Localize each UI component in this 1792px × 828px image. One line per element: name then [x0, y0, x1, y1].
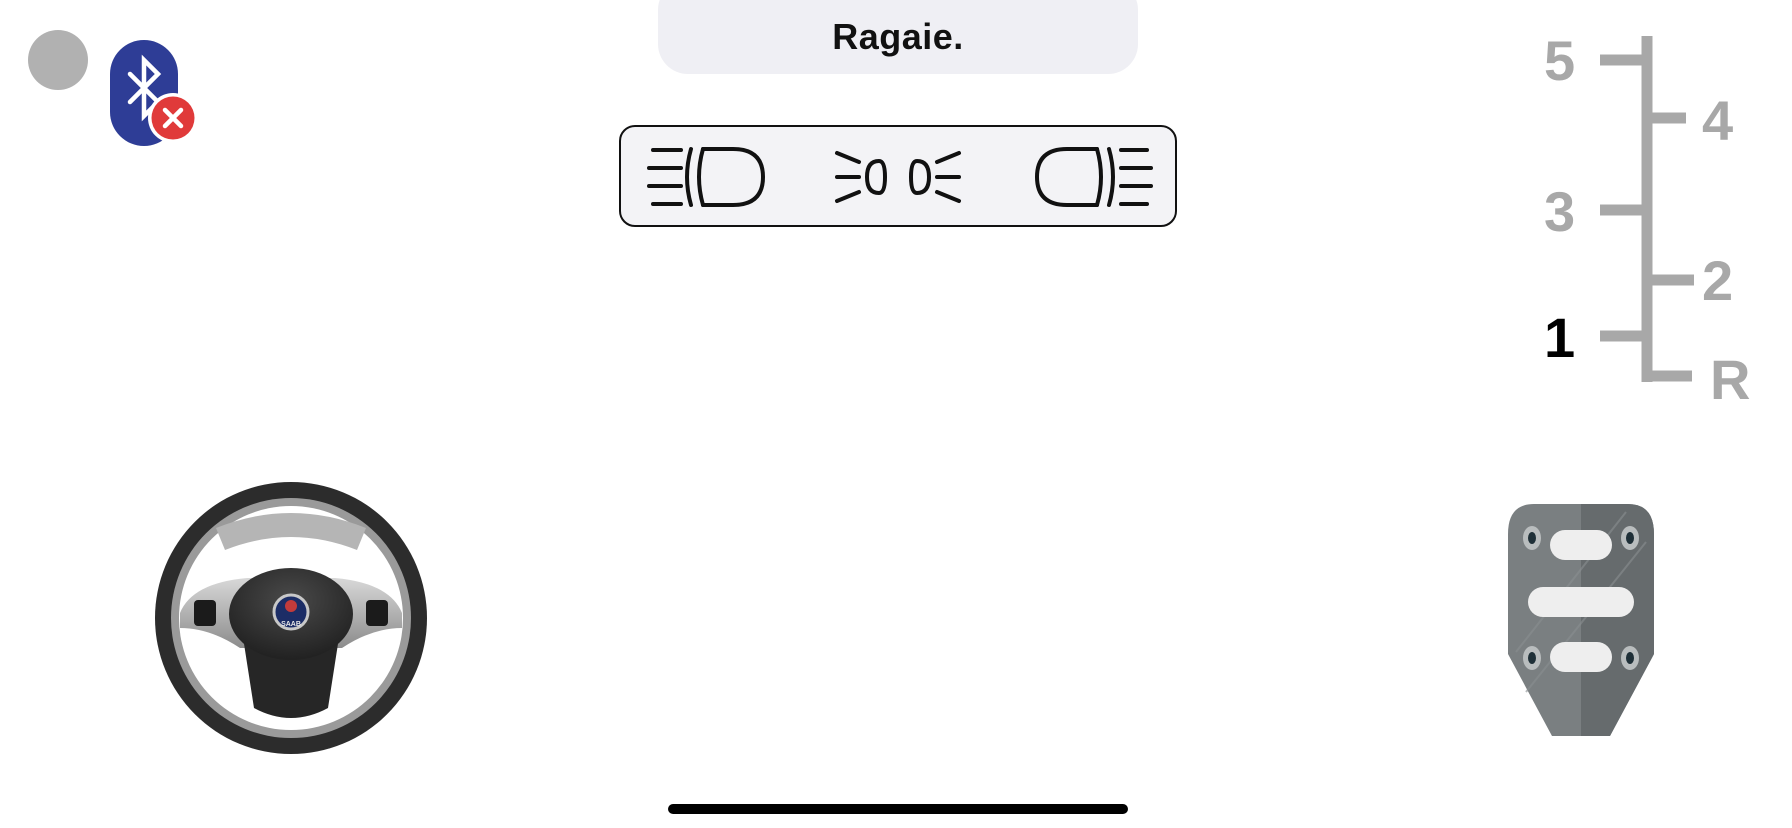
steering-wheel[interactable]: SAAB	[152, 478, 430, 758]
status-indicator	[28, 30, 88, 90]
high-beam-headlight-icon	[1034, 147, 1153, 207]
lights-control-panel	[619, 125, 1177, 227]
gear-label-4[interactable]: 4	[1702, 89, 1733, 152]
bluetooth-icon	[110, 40, 198, 146]
gear-label-2[interactable]: 2	[1702, 249, 1733, 312]
gear-label-1[interactable]: 1	[1544, 306, 1575, 369]
page-title: Ragaie.	[832, 16, 964, 57]
parking-lights-button[interactable]	[833, 137, 963, 217]
gear-label-3[interactable]: 3	[1544, 180, 1575, 243]
app-screen: Ragaie. 5 4 3 2 1 R SAAB	[0, 0, 1792, 828]
high-beam-button[interactable]	[1025, 137, 1155, 217]
home-indicator[interactable]	[668, 804, 1128, 814]
saab-logo-text: SAAB	[281, 621, 301, 628]
bluetooth-status[interactable]	[110, 40, 206, 148]
gear-shift-diagram[interactable]: 5 4 3 2 1 R	[1530, 30, 1770, 410]
close-icon	[148, 93, 198, 143]
parking-lights-icon	[835, 151, 961, 203]
accelerator-pedal[interactable]	[1506, 502, 1656, 738]
title-banner: Ragaie.	[658, 0, 1138, 74]
low-beam-button[interactable]	[645, 137, 775, 217]
steering-wheel-icon: SAAB	[155, 482, 427, 754]
accelerator-pedal-icon	[1508, 504, 1654, 736]
gear-label-5[interactable]: 5	[1544, 30, 1575, 92]
low-beam-headlight-icon	[647, 147, 766, 207]
gear-label-reverse[interactable]: R	[1710, 348, 1750, 410]
